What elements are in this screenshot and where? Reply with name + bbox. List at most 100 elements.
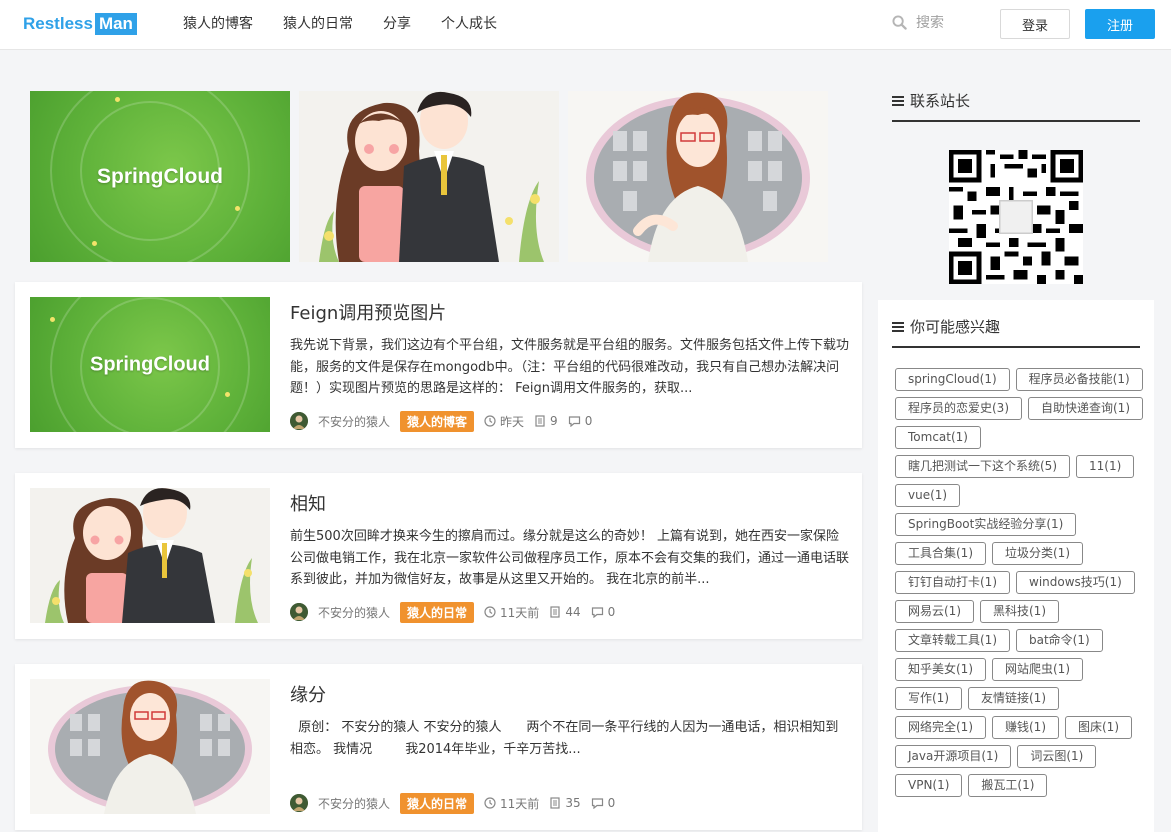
couple-illustration	[299, 91, 559, 262]
site-logo[interactable]: Restless Man	[23, 12, 137, 36]
tag-item[interactable]: 知乎美女(1)	[895, 658, 986, 681]
author-name[interactable]: 不安分的猿人	[318, 795, 390, 812]
tag-item[interactable]: 网站爬虫(1)	[992, 658, 1083, 681]
tag-item[interactable]: vue(1)	[895, 484, 961, 507]
list-icon	[892, 95, 904, 106]
top-header: Restless Man 猿人的博客 猿人的日常 分享 个人成长 登录 注册	[0, 0, 1171, 50]
post-time-text: 11天前	[500, 605, 540, 620]
post-card[interactable]: 缘分 原创： 不安分的猿人 不安分的猿人 两个不在同一条平行线的人因为一通电话，…	[15, 664, 862, 830]
nav-item-blog[interactable]: 猿人的博客	[183, 15, 253, 33]
post-card[interactable]: 相知 前生500次回眸才换来今生的擦肩而过。缘分就是这么的奇妙！ 上篇有说到，她…	[15, 473, 862, 639]
tag-item[interactable]: 友情链接(1)	[968, 687, 1059, 710]
author-avatar	[290, 794, 308, 812]
tag-item[interactable]: 自助快递查询(1)	[1028, 397, 1143, 420]
post-views: 44	[549, 605, 581, 619]
tag-item[interactable]: 赚钱(1)	[992, 716, 1059, 739]
comment-icon	[591, 798, 603, 809]
nav-item-growth[interactable]: 个人成长	[441, 15, 497, 33]
author-avatar	[290, 412, 308, 430]
interest-heading: 你可能感兴趣	[892, 316, 1140, 348]
post-comments: 0	[568, 414, 593, 428]
post-time-text: 11天前	[500, 796, 540, 811]
post-views: 35	[549, 796, 581, 810]
springcloud-image: SpringCloud	[30, 91, 290, 262]
springcloud-text: SpringCloud	[90, 353, 210, 375]
tag-item[interactable]: Java开源项目(1)	[895, 745, 1012, 768]
post-views-count: 44	[565, 605, 581, 619]
comment-icon	[568, 416, 580, 427]
contact-heading: 联系站长	[892, 90, 1140, 122]
qr-code-image	[949, 150, 1083, 284]
post-time-text: 昨天	[500, 414, 525, 429]
post-meta: 不安分的猿人 猿人的日常 11天前 35 0	[290, 792, 625, 814]
search-icon[interactable]	[892, 15, 908, 31]
search-box	[892, 15, 996, 31]
woman-illustration	[568, 91, 828, 262]
nav-item-daily[interactable]: 猿人的日常	[283, 15, 353, 33]
list-icon	[892, 321, 904, 332]
tag-item[interactable]: Tomcat(1)	[895, 426, 981, 449]
post-comments: 0	[591, 605, 616, 619]
logo-text-restless: Restless	[23, 14, 93, 33]
nav-item-share[interactable]: 分享	[383, 15, 411, 33]
tag-item[interactable]: 词云图(1)	[1017, 745, 1097, 768]
clock-icon	[484, 415, 496, 427]
banner-slide-couple[interactable]	[299, 91, 559, 262]
post-title[interactable]: 缘分	[290, 681, 326, 707]
tag-item[interactable]: springCloud(1)	[895, 368, 1010, 391]
category-badge[interactable]: 猿人的博客	[400, 410, 475, 432]
tag-item[interactable]: 图床(1)	[1065, 716, 1132, 739]
tag-item[interactable]: 搬瓦工(1)	[968, 774, 1048, 797]
category-badge[interactable]: 猿人的日常	[400, 792, 475, 814]
tag-item[interactable]: VPN(1)	[895, 774, 963, 797]
tag-item[interactable]: 程序员必备技能(1)	[1015, 368, 1143, 391]
tag-item[interactable]: 网络完全(1)	[895, 716, 986, 739]
post-thumbnail[interactable]	[30, 488, 270, 623]
post-comments-count: 0	[584, 414, 593, 428]
tag-item[interactable]: 文章转载工具(1)	[895, 629, 1010, 652]
register-button[interactable]: 注册	[1085, 9, 1155, 39]
author-name[interactable]: 不安分的猿人	[318, 413, 390, 430]
tag-item[interactable]: windows技巧(1)	[1016, 571, 1135, 594]
tag-item[interactable]: 网易云(1)	[895, 600, 974, 623]
post-views: 9	[534, 414, 558, 428]
woman-illustration	[30, 679, 270, 814]
search-input[interactable]	[916, 15, 996, 31]
post-comments-count: 0	[607, 605, 616, 619]
book-icon	[550, 797, 560, 809]
post-time: 11天前	[484, 604, 539, 621]
category-badge[interactable]: 猿人的日常	[400, 601, 475, 623]
login-button[interactable]: 登录	[1000, 9, 1070, 39]
post-excerpt: 我先说下背景，我们这边有个平台组，文件服务就是平台组的服务。文件服务包括文件上传…	[290, 338, 850, 396]
post-thumbnail[interactable]	[30, 679, 270, 814]
tag-item[interactable]: 工具合集(1)	[895, 542, 986, 565]
post-card[interactable]: SpringCloud Feign调用预览图片 我先说下背景，我们这边有个平台组…	[15, 282, 862, 448]
post-thumbnail[interactable]: SpringCloud	[30, 297, 270, 432]
banner-slide-springcloud[interactable]: SpringCloud	[30, 91, 290, 262]
tag-item[interactable]: 11(1)	[1076, 455, 1135, 478]
post-excerpt: 前生500次回眸才换来今生的擦肩而过。缘分就是这么的奇妙！ 上篇有说到，她在西安…	[290, 529, 850, 587]
post-comments: 0	[591, 796, 616, 810]
tag-item[interactable]: 程序员的恋爱史(3)	[895, 397, 1022, 420]
tag-item[interactable]: 瞎几把测试一下这个系统(5)	[895, 455, 1070, 478]
post-time: 11天前	[484, 795, 539, 812]
author-name[interactable]: 不安分的猿人	[318, 604, 390, 621]
post-excerpt: 原创： 不安分的猿人 不安分的猿人 两个不在同一条平行线的人因为一通电话，相识相…	[290, 720, 839, 757]
post-title[interactable]: 相知	[290, 490, 326, 516]
tag-cloud: springCloud(1) 程序员必备技能(1) 程序员的恋爱史(3) 自助快递查询…	[895, 368, 1145, 797]
contact-title: 联系站长	[910, 92, 971, 110]
contact-panel: 联系站长	[878, 50, 1154, 290]
post-title[interactable]: Feign调用预览图片	[290, 299, 446, 325]
post-meta: 不安分的猿人 猿人的日常 11天前 44 0	[290, 601, 625, 623]
banner-slide-woman[interactable]	[568, 91, 828, 262]
book-icon	[535, 415, 545, 427]
tag-item[interactable]: 写作(1)	[895, 687, 962, 710]
tag-item[interactable]: SpringBoot实战经验分享(1)	[895, 513, 1077, 536]
tag-item[interactable]: 垃圾分类(1)	[992, 542, 1083, 565]
tag-item[interactable]: bat命令(1)	[1016, 629, 1103, 652]
post-comments-count: 0	[607, 796, 616, 810]
banner-carousel: SpringCloud	[30, 91, 848, 262]
author-avatar	[290, 603, 308, 621]
tag-item[interactable]: 黑科技(1)	[980, 600, 1059, 623]
tag-item[interactable]: 钉钉自动打卡(1)	[895, 571, 1010, 594]
